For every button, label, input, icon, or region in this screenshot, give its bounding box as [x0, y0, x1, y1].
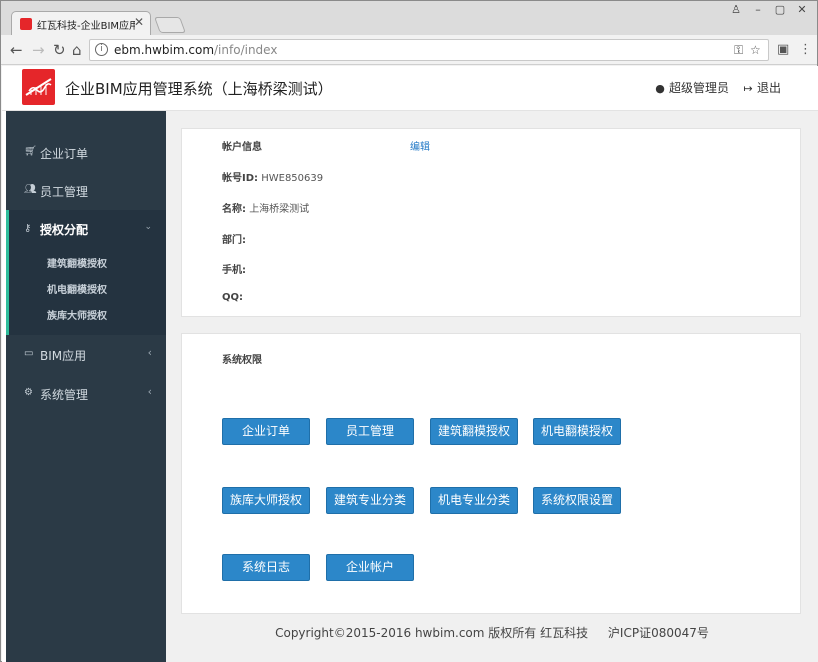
- app-header: 企业BIM应用管理系统（上海桥梁测试） ● 超级管理员 ↦ 退出: [2, 66, 818, 111]
- sidebar-item-label: BIM应用: [40, 349, 87, 363]
- home-icon[interactable]: ⌂: [72, 41, 82, 59]
- favicon-icon: [20, 18, 32, 30]
- account-id-row: 帐号ID: HWE850639: [222, 169, 323, 184]
- account-title: 帐户信息: [222, 138, 262, 153]
- account-dept-label: 部门:: [222, 235, 246, 246]
- close-tab-icon[interactable]: ✕: [134, 15, 144, 29]
- url-text: ebm.hwbim.com/info/index: [114, 43, 277, 57]
- logout-button[interactable]: ↦ 退出: [742, 79, 781, 96]
- account-name-label: 名称:: [222, 204, 246, 215]
- sidebar-item-authorization[interactable]: ⚷ 授权分配 ⌄: [6, 210, 166, 246]
- copyright-text: Copyright©2015-2016 hwbim.com 版权所有 红瓦科技: [275, 626, 589, 640]
- back-icon[interactable]: ←: [10, 41, 23, 59]
- new-tab-button[interactable]: [154, 17, 186, 33]
- sidebar-item-system[interactable]: ⚙ 系统管理 ‹: [6, 374, 166, 412]
- main-content: 帐户信息 编辑 帐号ID: HWE850639 名称: 上海桥梁测试 部门: 手…: [166, 111, 818, 662]
- logout-icon: ↦: [743, 82, 753, 95]
- url-host: ebm.hwbim.com: [114, 43, 215, 57]
- account-id-label: 帐号ID:: [222, 173, 259, 184]
- account-dept-row: 部门:: [222, 231, 246, 246]
- perm-button-staff[interactable]: 员工管理: [326, 418, 414, 445]
- account-qq-row: QQ:: [222, 292, 243, 303]
- key-icon[interactable]: ⚿: [734, 43, 743, 58]
- forward-icon[interactable]: →: [32, 41, 45, 59]
- extension-icon[interactable]: ▣: [777, 41, 789, 59]
- sidebar-subitem-building[interactable]: 建筑翻模授权: [47, 255, 107, 270]
- permissions-panel: 系统权限 企业订单 员工管理 建筑翻模授权 机电翻模授权 族库大师授权 建筑专业…: [181, 333, 801, 614]
- perm-button-arch-category[interactable]: 建筑专业分类: [326, 487, 414, 514]
- account-name-value: 上海桥梁测试: [249, 204, 310, 215]
- profile-icon[interactable]: ♙: [727, 3, 745, 17]
- tab-title: 红瓦科技-企业BIM应用管: [37, 21, 135, 32]
- users-icon: 👥︎: [24, 184, 37, 195]
- sidebar-item-label: 系统管理: [40, 388, 89, 402]
- perm-button-family[interactable]: 族库大师授权: [222, 487, 310, 514]
- app: 企业BIM应用管理系统（上海桥梁测试） ● 超级管理员 ↦ 退出 🛒︎ 企业订单 👥…: [2, 66, 818, 662]
- chevron-left-icon: ‹: [147, 346, 152, 359]
- url-path: /info/index: [214, 43, 278, 57]
- account-title-text: 帐户信息: [222, 142, 262, 153]
- browser-window: 红瓦科技-企业BIM应用管 ✕ ♙ – ▢ ✕ ← → ↻ ⌂ i ebm.hw…: [0, 0, 818, 662]
- cart-icon: 🛒︎: [24, 146, 37, 157]
- sidebar-subitem-mep[interactable]: 机电翻模授权: [47, 281, 107, 296]
- user-name: 超级管理员: [669, 81, 730, 95]
- account-name-row: 名称: 上海桥梁测试: [222, 200, 309, 215]
- account-phone-row: 手机:: [222, 261, 246, 276]
- minimize-button[interactable]: –: [749, 3, 767, 17]
- chevron-left-icon: ‹: [147, 385, 152, 398]
- account-panel: 帐户信息 编辑 帐号ID: HWE850639 名称: 上海桥梁测试 部门: 手…: [181, 128, 801, 317]
- icp-text[interactable]: 沪ICP证080047号: [608, 626, 709, 640]
- perm-button-account[interactable]: 企业帐户: [326, 554, 414, 581]
- app-title: 企业BIM应用管理系统（上海桥梁测试）: [65, 80, 333, 98]
- close-window-button[interactable]: ✕: [793, 3, 811, 17]
- sidebar-item-bim[interactable]: ▭ BIM应用 ‹: [6, 335, 166, 373]
- browser-tab[interactable]: 红瓦科技-企业BIM应用管 ✕: [11, 11, 151, 35]
- sidebar-item-orders[interactable]: 🛒︎ 企业订单: [6, 133, 166, 171]
- perm-button-orders[interactable]: 企业订单: [222, 418, 310, 445]
- sidebar-submenu: 建筑翻模授权 机电翻模授权 族库大师授权: [6, 245, 166, 335]
- maximize-button[interactable]: ▢: [771, 3, 789, 17]
- logo[interactable]: [22, 69, 55, 105]
- user-icon: ●: [655, 82, 665, 95]
- sidebar-subitem-family[interactable]: 族库大师授权: [47, 307, 107, 322]
- footer: Copyright©2015-2016 hwbim.com 版权所有 红瓦科技 …: [166, 624, 818, 641]
- sidebar-item-label: 员工管理: [40, 185, 89, 199]
- reload-icon[interactable]: ↻: [53, 41, 66, 59]
- permissions-title: 系统权限: [222, 355, 262, 366]
- sidebar: 🛒︎ 企业订单 👥︎ 员工管理 ⚷ 授权分配 ⌄ 建筑翻模授权 机电翻模授权 族…: [6, 111, 166, 662]
- perm-button-log[interactable]: 系统日志: [222, 554, 310, 581]
- info-icon[interactable]: i: [95, 43, 108, 56]
- browser-titlebar: 红瓦科技-企业BIM应用管 ✕ ♙ – ▢ ✕: [1, 1, 817, 35]
- sidebar-item-label: 企业订单: [40, 147, 89, 161]
- user-menu[interactable]: ● 超级管理员: [654, 79, 729, 96]
- sidebar-item-staff[interactable]: 👥︎ 员工管理: [6, 171, 166, 209]
- gear-icon: ⚙: [24, 387, 33, 398]
- perm-button-mep[interactable]: 机电翻模授权: [533, 418, 621, 445]
- perm-button-permission-settings[interactable]: 系统权限设置: [533, 487, 621, 514]
- star-icon[interactable]: ☆: [750, 43, 761, 57]
- address-bar[interactable]: i ebm.hwbim.com/info/index ⚿ ☆: [89, 39, 769, 61]
- edit-link[interactable]: 编辑: [410, 138, 430, 153]
- perm-button-mep-category[interactable]: 机电专业分类: [430, 487, 518, 514]
- logout-label: 退出: [757, 81, 782, 95]
- monitor-icon: ▭: [24, 348, 34, 359]
- key-icon: ⚷: [24, 223, 32, 234]
- account-qq-label: QQ:: [222, 292, 244, 303]
- sidebar-item-label: 授权分配: [40, 223, 89, 237]
- account-phone-label: 手机:: [222, 265, 246, 276]
- browser-toolbar: ← → ↻ ⌂ i ebm.hwbim.com/info/index ⚿ ☆ ▣…: [1, 35, 817, 65]
- account-id-value: HWE850639: [261, 173, 324, 184]
- chevron-down-icon: ⌄: [144, 222, 152, 232]
- menu-icon[interactable]: ⋮: [799, 41, 812, 59]
- perm-button-building[interactable]: 建筑翻模授权: [430, 418, 518, 445]
